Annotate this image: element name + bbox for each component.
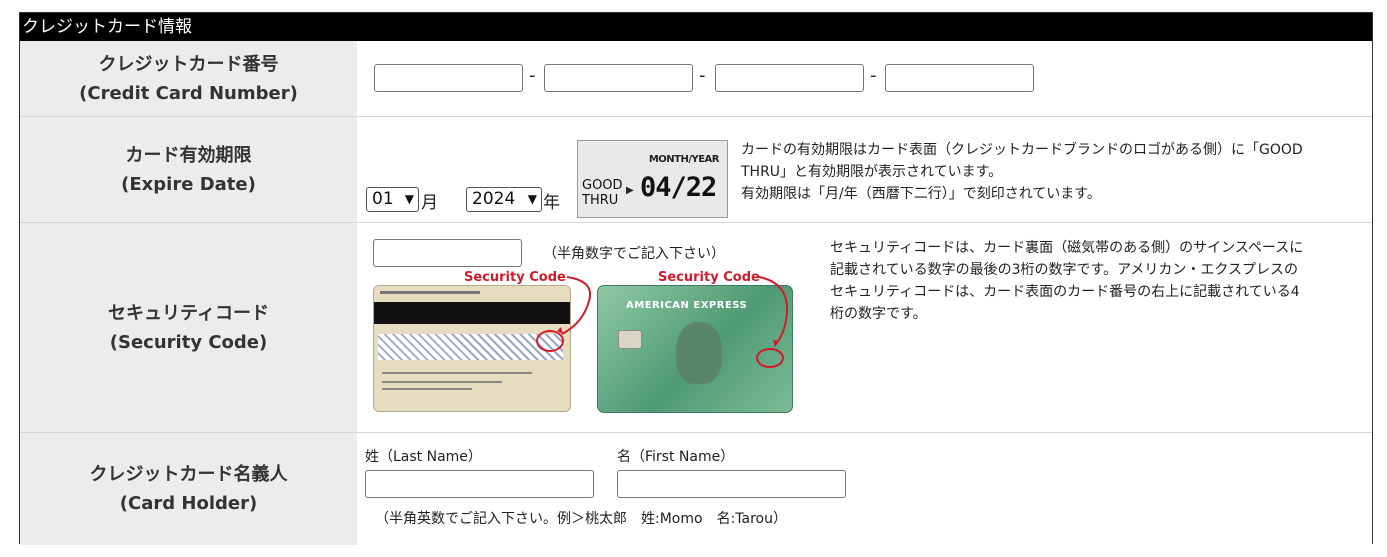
first-name-input[interactable] (617, 470, 846, 498)
year-value: 2024 (472, 189, 516, 209)
sample-thru: THRU (582, 193, 619, 208)
card-holder-fields: 姓（Last Name） 名（First Name） （半角英数でご記入下さい。… (357, 433, 1372, 545)
year-select[interactable]: 2024 ▼ (466, 187, 542, 212)
label-jp: クレジットカード番号 (98, 53, 279, 75)
expire-description: カードの有効期限はカード表面（クレジットカードブランドのロゴがある側）に「GOO… (741, 139, 1371, 205)
sample-good-thru: GOOD THRU (582, 178, 623, 208)
separator: - (870, 65, 877, 86)
last-name-label: 姓（Last Name） (365, 449, 482, 465)
label-en: (Card Holder) (119, 493, 258, 514)
label-en: (Credit Card Number) (79, 82, 298, 104)
row-security-code: セキュリティコード (Security Code) （半角数字でご記入下さい） … (20, 222, 1372, 432)
row-card-holder: クレジットカード名義人 (Card Holder) 姓（Last Name） 名… (20, 432, 1372, 545)
sample-date: 04/22 (640, 172, 717, 203)
last-name-input[interactable] (365, 470, 594, 498)
desc-line: THRU」と有効期限が表示されています。 (741, 164, 1003, 180)
separator: - (529, 65, 536, 86)
first-name-label: 名（First Name） (617, 449, 735, 465)
chevron-down-icon: ▼ (404, 192, 414, 206)
sample-good: GOOD (582, 178, 623, 193)
callout-arrow-back (561, 276, 591, 335)
label-en: (Security Code) (109, 331, 268, 353)
separator: - (699, 65, 706, 86)
credit-card-form: クレジットカード情報 クレジットカード番号 (Credit Card Numbe… (19, 12, 1373, 545)
month-value: 01 (372, 189, 394, 209)
security-code-label: セキュリティコード (Security Code) (20, 223, 357, 432)
card-number-label: クレジットカード番号 (Credit Card Number) (20, 41, 357, 116)
chevron-down-icon: ▼ (527, 192, 537, 206)
desc-line: カードの有効期限はカード表面（クレジットカードブランドのロゴがある側）に「GOO… (741, 142, 1303, 158)
card-number-part-2[interactable] (544, 64, 693, 92)
label-jp: クレジットカード名義人 (89, 464, 288, 485)
card-holder-hint: （半角英数でご記入下さい。例＞桃太郎 姓:Momo 名:Tarou） (375, 511, 787, 527)
row-card-number: クレジットカード番号 (Credit Card Number) - - - (20, 41, 1372, 116)
card-holder-label: クレジットカード名義人 (Card Holder) (20, 433, 357, 545)
label-jp: カード有効期限 (125, 144, 252, 166)
desc-line: 有効期限は「月/年（西暦下二行）」で刻印されています。 (741, 186, 1101, 202)
arrowhead-icon (557, 327, 563, 334)
card-number-part-4[interactable] (885, 64, 1034, 92)
security-code-description: セキュリティコードは、カード裏面（磁気帯のある側）のサインスペースに 記載されて… (830, 237, 1370, 325)
row-expire-date: カード有効期限 (Expire Date) 01 ▼ 月 2024 ▼ 年 MO… (20, 116, 1372, 222)
label-jp: セキュリティコード (108, 302, 269, 324)
desc-line: セキュリティコードは、カード表面のカード番号の右上に記載されている4 (830, 284, 1300, 300)
security-code-fields: （半角数字でご記入下さい） Security Code Security Cod… (357, 223, 1372, 432)
section-title: クレジットカード情報 (20, 13, 1372, 41)
expire-date-fields: 01 ▼ 月 2024 ▼ 年 MONTH/YEAR GOOD THRU ▶ 0… (357, 117, 1372, 222)
callout-arrows (557, 276, 789, 347)
callout-arrow-front (758, 276, 789, 345)
desc-line: セキュリティコードは、カード裏面（磁気帯のある側）のサインスペースに (830, 240, 1304, 256)
card-number-fields: - - - (357, 41, 1372, 116)
expire-date-label: カード有効期限 (Expire Date) (20, 117, 357, 222)
desc-line: 記載されている数字の最後の3桁の数字です。アメリカン・エクスプレスの (830, 262, 1298, 278)
expiry-sample-image: MONTH/YEAR GOOD THRU ▶ 04/22 (577, 140, 728, 218)
card-number-part-1[interactable] (374, 64, 523, 92)
triangle-right-icon: ▶ (626, 185, 634, 196)
month-unit: 月 (421, 193, 438, 213)
desc-line: 桁の数字です。 (830, 306, 927, 322)
arrowhead-icon (773, 340, 779, 347)
sample-month-year: MONTH/YEAR (648, 154, 720, 165)
month-select[interactable]: 01 ▼ (366, 187, 419, 212)
card-number-part-3[interactable] (715, 64, 864, 92)
year-unit: 年 (543, 193, 560, 213)
label-en: (Expire Date) (121, 173, 256, 195)
